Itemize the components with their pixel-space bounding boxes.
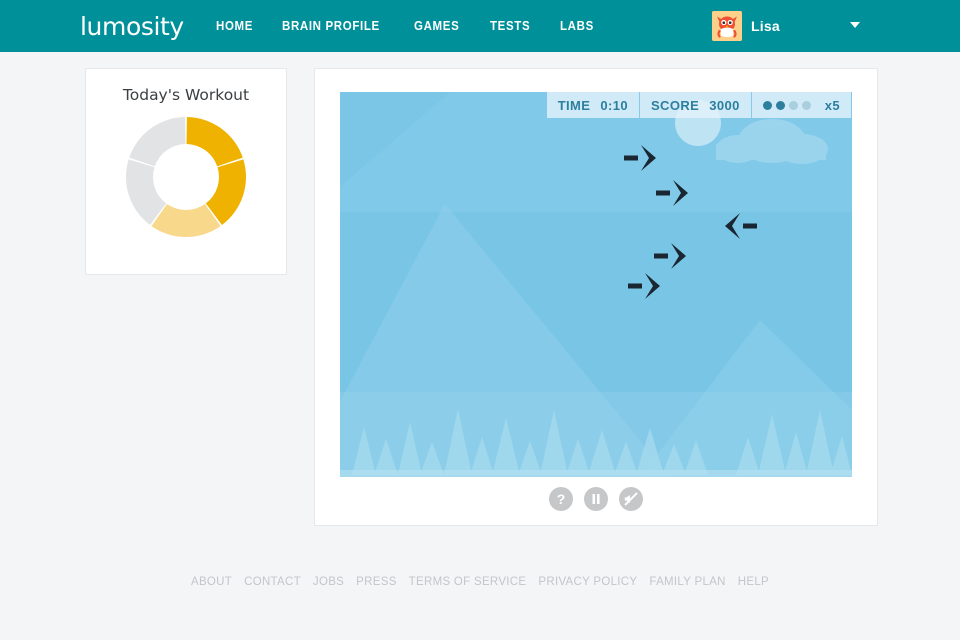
main-navigation: HOME BRAIN PROFILE GAMES TESTS LABS [216, 19, 597, 33]
footer-link-help[interactable]: HELP [738, 576, 769, 588]
chevron-down-icon[interactable] [850, 22, 860, 28]
life-dot [802, 101, 811, 110]
game-scene [340, 92, 852, 477]
footer-link-privacy-policy[interactable]: PRIVACY POLICY [538, 576, 637, 588]
game-hud: TIME 0:10 SCORE 3000 x5 [547, 92, 851, 118]
game-panel: TIME 0:10 SCORE 3000 x5 ? [314, 68, 878, 526]
game-controls: ? [315, 487, 877, 511]
pause-button[interactable] [584, 487, 608, 511]
hud-multiplier: x5 [825, 98, 840, 113]
nav-item-games[interactable]: GAMES [414, 19, 459, 33]
help-button[interactable]: ? [549, 487, 573, 511]
nav-item-tests[interactable]: TESTS [490, 19, 530, 33]
nav-item-brain-profile[interactable]: BRAIN PROFILE [282, 19, 380, 33]
nav-item-home[interactable]: HOME [216, 19, 253, 33]
life-dot [776, 101, 785, 110]
hud-lives: x5 [751, 92, 851, 118]
lumosity-logo[interactable]: lumosity [80, 12, 184, 41]
footer-link-family-plan[interactable]: FAMILY PLAN [649, 576, 725, 588]
pause-icon [584, 487, 608, 511]
hud-time: TIME 0:10 [547, 92, 639, 118]
life-dot [789, 101, 798, 110]
donut-slice[interactable] [186, 117, 242, 166]
game-canvas[interactable]: TIME 0:10 SCORE 3000 x5 [340, 92, 852, 477]
hud-time-label: TIME [558, 98, 591, 113]
svg-text:?: ? [557, 491, 566, 507]
sound-toggle-button[interactable] [619, 487, 643, 511]
hud-score-value: 3000 [709, 98, 740, 113]
nav-item-labs[interactable]: LABS [560, 19, 594, 33]
site-footer: ABOUT CONTACT JOBS PRESS TERMS OF SERVIC… [0, 576, 960, 588]
donut-slice[interactable] [129, 117, 185, 166]
footer-link-jobs[interactable]: JOBS [313, 576, 344, 588]
site-header: lumosity HOME BRAIN PROFILE GAMES TESTS … [0, 0, 960, 52]
user-name-label: Lisa [751, 18, 780, 34]
todays-workout-card: Today's Workout [85, 68, 287, 275]
sound-muted-icon [619, 487, 643, 511]
donut-chart-svg [124, 115, 248, 239]
life-dot [763, 101, 772, 110]
hud-time-value: 0:10 [600, 98, 628, 113]
page-title: Today's Workout [86, 86, 286, 104]
user-menu[interactable]: Lisa [712, 0, 780, 52]
help-icon: ? [549, 487, 573, 511]
footer-link-about[interactable]: ABOUT [191, 576, 232, 588]
hud-score: SCORE 3000 [639, 92, 751, 118]
footer-link-terms-of-service[interactable]: TERMS OF SERVICE [409, 576, 527, 588]
footer-link-contact[interactable]: CONTACT [244, 576, 301, 588]
footer-link-press[interactable]: PRESS [356, 576, 397, 588]
workout-donut-chart [86, 115, 286, 239]
hud-score-label: SCORE [651, 98, 699, 113]
owl-avatar-icon [712, 11, 742, 41]
lives-dots [763, 101, 811, 110]
